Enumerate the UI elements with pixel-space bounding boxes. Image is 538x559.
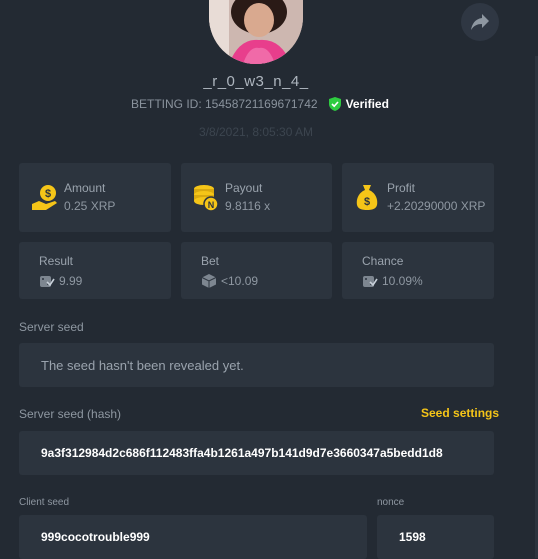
nonce-value: 1598	[399, 530, 426, 544]
betting-id-line: BETTING ID: 15458721169671742 Verified	[131, 96, 389, 112]
chance-label: Chance	[362, 254, 404, 268]
avatar[interactable]	[209, 0, 303, 64]
dice-icon	[201, 274, 217, 288]
betting-id: BETTING ID: 15458721169671742	[131, 97, 318, 111]
bet-card: Bet <10.09	[181, 242, 332, 299]
money-bag-icon: $	[356, 185, 378, 210]
seed-settings-link[interactable]: Seed settings	[421, 406, 499, 420]
result-card: Result 9.99	[19, 242, 171, 299]
amount-value: 0.25 XRP	[64, 199, 116, 213]
dice-check-icon	[363, 276, 378, 287]
server-seed-hash-field[interactable]: 9a3f312984d2c686f112483ffa4b1261a497b141…	[19, 431, 494, 475]
verified-label: Verified	[345, 97, 389, 111]
profit-card: $ Profit +2.20290000 XRP	[342, 163, 494, 232]
result-label: Result	[39, 254, 74, 268]
payout-card: N Payout 9.8116 x	[181, 163, 332, 232]
coin-stack-icon: N	[194, 185, 219, 212]
bet-label: Bet	[201, 254, 220, 268]
client-seed-field[interactable]: 999cocotrouble999	[19, 515, 367, 559]
amount-label: Amount	[64, 181, 106, 195]
chance-card: Chance 10.09%	[342, 242, 494, 299]
nonce-field[interactable]: 1598	[377, 515, 494, 559]
nonce-label: nonce	[377, 497, 405, 508]
share-button[interactable]	[461, 3, 499, 41]
shield-check-icon	[328, 97, 341, 111]
server-seed-hash-value: 9a3f312984d2c686f112483ffa4b1261a497b141…	[41, 446, 443, 460]
server-seed-hash-label: Server seed (hash)	[19, 407, 122, 421]
payout-value: 9.8116 x	[225, 199, 271, 213]
svg-text:$: $	[45, 188, 51, 200]
result-value: 9.99	[59, 274, 83, 288]
svg-text:$: $	[364, 196, 370, 208]
client-seed-label: Client seed	[19, 497, 70, 508]
profit-label: Profit	[387, 181, 416, 195]
chance-value: 10.09%	[382, 274, 423, 288]
client-seed-value: 999cocotrouble999	[41, 530, 150, 544]
svg-text:N: N	[208, 200, 215, 210]
server-seed-value: The seed hasn't been revealed yet.	[41, 357, 244, 373]
bet-timestamp: 3/8/2021, 8:05:30 AM	[198, 125, 314, 139]
share-icon	[471, 14, 489, 30]
profit-value: +2.20290000 XRP	[387, 199, 486, 213]
amount-card: $ Amount 0.25 XRP	[19, 163, 171, 232]
bet-value: <10.09	[221, 274, 259, 288]
server-seed-label: Server seed	[19, 320, 84, 334]
payout-label: Payout	[225, 181, 263, 195]
verified-badge: Verified	[327, 96, 389, 112]
username: _r_0_w3_n_4_	[203, 73, 309, 90]
coin-hand-icon: $	[32, 185, 57, 210]
server-seed-field[interactable]: The seed hasn't been revealed yet.	[19, 343, 494, 387]
dice-check-icon	[40, 276, 55, 287]
avatar-photo	[209, 0, 303, 64]
